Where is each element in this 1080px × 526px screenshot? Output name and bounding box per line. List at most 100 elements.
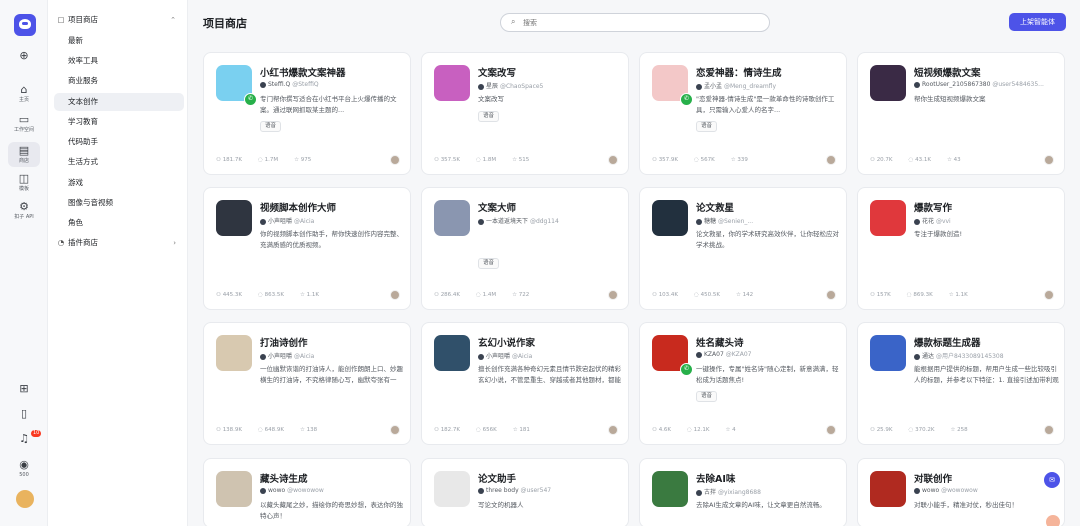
- bot-card[interactable]: 玄幻小说作家 小声咀嚼 @Aicia 擅长创作充满各种奇幻元素且情节跌宕起伏的精彩玄…: [421, 322, 629, 445]
- chats-icon: ◌ 370.2K: [908, 427, 935, 433]
- chats-icon: ◌ 656K: [476, 427, 497, 433]
- bot-name: 文案大师: [478, 203, 517, 214]
- search-input[interactable]: [523, 17, 763, 29]
- sidebar-item[interactable]: 效率工具: [54, 52, 184, 70]
- bot-card[interactable]: 藏头诗生成 wowo @wowowow 以藏头藏尾之妙，描绘你的奇思妙想，表达你的独…: [203, 458, 411, 526]
- author-avatar: [478, 218, 484, 225]
- bot-thumbnail: ✆: [216, 65, 257, 106]
- users-icon: ⚇ 20.7K: [870, 157, 893, 163]
- chats-icon: ◌ 450.5K: [694, 292, 720, 298]
- bot-card[interactable]: 论文救星 糖糖 @Senien_... 论文救星，你的学术研究高效伙伴，让你轻松应对…: [639, 187, 847, 310]
- bot-stats: ⚇ 286.4K ◌ 1.4M ☆ 722: [434, 292, 545, 298]
- chats-icon: ◌ 12.1K: [687, 427, 710, 433]
- creator-avatar: [390, 290, 400, 300]
- bot-name: 去除AI味: [696, 474, 736, 485]
- app-logo[interactable]: [14, 14, 36, 36]
- api-icon: ⚙: [19, 200, 29, 213]
- bot-stats: ⚇ 103.4K ◌ 450.5K ☆ 142: [652, 292, 769, 298]
- bot-card[interactable]: 论文助手 three body @user547 写论文的机器人: [421, 458, 629, 526]
- bot-card[interactable]: 打油诗创作 小声咀嚼 @Aicia 一位幽默诙谐的打油诗人，能创作朗朗上口、妙趣横生…: [203, 322, 411, 445]
- bot-stats: ⚇ 445.3K ◌ 863.5K ☆ 1.1K: [216, 292, 335, 298]
- chevron-right-icon: ›: [173, 239, 176, 247]
- bot-card[interactable]: ✆ 小红书爆款文案神器 Steffi.Q @SteffiQ 专门帮你撰写适合在小红书平…: [203, 52, 411, 175]
- author-avatar: [914, 353, 920, 360]
- bell-icon: ♫: [19, 432, 29, 445]
- points-icon: ◉: [19, 458, 29, 471]
- sidebar-item[interactable]: 代码助手: [54, 133, 184, 151]
- bot-description: 擅长创作充满各种奇幻元素且情节跌宕起伏的精彩玄幻小说，不管是重生、穿越或者其他题…: [478, 365, 621, 384]
- users-icon: ⚇ 357.9K: [652, 157, 679, 163]
- nav-home[interactable]: ⌂ 主页: [0, 84, 48, 104]
- sidebar-item[interactable]: 学习教育: [54, 113, 184, 131]
- author-avatar: [260, 81, 266, 88]
- author-avatar: [478, 487, 484, 494]
- voice-tag: 语音: [696, 121, 718, 132]
- notification-badge: 10: [31, 430, 42, 437]
- plus-icon: ⊕: [19, 49, 29, 62]
- bot-card[interactable]: 文案改写 星辰 @ChaoSpace5 文案改写 语音 ⚇ 357.5K ◌ 1.8M ☆ …: [421, 52, 629, 175]
- bot-author: 一本道返境天下 @ddg114: [478, 216, 618, 225]
- bot-card[interactable]: 对联创作 wowo @wowowow 对联小能手，精准对仗，秒出佳句！: [857, 458, 1065, 526]
- sidebar-project-store[interactable]: ▢ 项目商店 ⌃: [54, 11, 182, 29]
- store-icon: ▢: [57, 15, 65, 24]
- main-content: 项目商店 ⌕ 上架智能体 ✆ 小红书爆款文案神器 Steffi.Q @SteffiQ…: [188, 0, 1080, 526]
- users-icon: ⚇ 138.9K: [216, 427, 243, 433]
- nav-api[interactable]: ⚙ 扣子 API: [0, 200, 48, 221]
- apps-button[interactable]: ⊞: [0, 383, 48, 395]
- bot-card[interactable]: 去除AI味 古拌 @yixiang8688 去除AI生成文章的AI味，让文章更自然流…: [639, 458, 847, 526]
- create-button[interactable]: ⊕: [0, 50, 48, 62]
- sidebar-item-active[interactable]: 文本创作: [54, 93, 184, 111]
- bot-description: "恋爱神器-情诗生成"是一款革命性的诗歌创作工具，只需输入心爱人的名字...: [696, 95, 835, 114]
- bot-card[interactable]: 短视频爆款文案 RootUser_2105867380 @user5484635.…: [857, 52, 1065, 175]
- chat-float-button[interactable]: ✉: [1044, 472, 1060, 488]
- bot-stats: ⚇ 138.9K ◌ 648.9K ☆ 138: [216, 427, 333, 433]
- publish-agent-button[interactable]: 上架智能体: [1009, 13, 1066, 31]
- users-icon: ⚇ 103.4K: [652, 292, 679, 298]
- author-avatar: [696, 218, 702, 225]
- notifications-button[interactable]: ♫: [0, 433, 48, 445]
- sidebar-item[interactable]: 图像与音视频: [54, 194, 184, 212]
- nav-store[interactable]: ▤ 商店: [8, 142, 40, 167]
- star-icon: ☆ 1.1K: [299, 292, 320, 298]
- chats-icon: ◌ 1.8M: [476, 157, 497, 163]
- bot-name: 藏头诗生成: [260, 474, 308, 485]
- star-icon: ☆ 515: [512, 157, 530, 163]
- bot-stats: ⚇ 157K ◌ 869.3K ☆ 1.1K: [870, 292, 984, 298]
- user-avatar[interactable]: [16, 490, 34, 508]
- bot-stats: ⚇ 181.7K ◌ 1.7M ☆ 975: [216, 157, 327, 163]
- bot-author: three body @user547: [478, 487, 618, 494]
- bot-card[interactable]: ✆ 姓名藏头诗 KZA07 @KZA07 一键操作，专属"姓名诗"随心定制，新意满满，…: [639, 322, 847, 445]
- voice-tag: 语音: [478, 111, 500, 122]
- bot-card[interactable]: 爆款标题生成器 通达 @用户8433089145308 能根据用户提供的标题，帮用户…: [857, 322, 1065, 445]
- sidebar-item[interactable]: 角色: [54, 214, 184, 232]
- assistant-float-avatar[interactable]: [1046, 515, 1060, 526]
- sidebar-item[interactable]: 生活方式: [54, 153, 184, 171]
- bot-author: wowo @wowowow: [260, 487, 400, 494]
- sidebar-item[interactable]: 最新: [54, 32, 184, 50]
- docs-button[interactable]: ▯: [0, 408, 48, 420]
- bot-author: wowo @wowowow: [914, 487, 1054, 494]
- bot-thumbnail: [434, 335, 470, 371]
- sidebar-item[interactable]: 商业服务: [54, 72, 184, 90]
- bot-stats: ⚇ 20.7K ◌ 43.1K ☆ 43: [870, 157, 977, 163]
- author-avatar: [696, 83, 702, 90]
- nav-templates[interactable]: ◫ 模板: [0, 173, 48, 193]
- sidebar-item[interactable]: 游戏: [54, 174, 184, 192]
- bot-card[interactable]: 视频脚本创作大师 小声咀嚼 @Aicia 你的视频脚本创作助手，帮你快速创作内容完整…: [203, 187, 411, 310]
- bot-stats: ⚇ 357.5K ◌ 1.8M ☆ 515: [434, 157, 545, 163]
- bot-card[interactable]: 爆款写作 花花 @vvi 专注于爆款创造! ⚇ 157K ◌ 869.3K ☆ 1.1K: [857, 187, 1065, 310]
- nav-workspace[interactable]: ▭ 工作空间: [0, 114, 48, 134]
- bot-thumbnail: [216, 200, 252, 236]
- bot-name: 爆款标题生成器: [914, 338, 981, 349]
- sidebar-plugin-store[interactable]: ◔ 插件商店 ›: [54, 234, 182, 252]
- bot-author: 古拌 @yixiang8688: [696, 487, 836, 496]
- bot-description: 论文救星，你的学术研究高效伙伴，让你轻松应对学术挑战。: [696, 230, 839, 249]
- users-icon: ⚇ 4.6K: [652, 427, 672, 433]
- bot-card[interactable]: 文案大师 一本道返境天下 @ddg114 语音 ⚇ 286.4K ◌ 1.4M ☆ 722: [421, 187, 629, 310]
- bot-card[interactable]: ✆ 恋爱神器：情诗生成 孟小孟 @Meng_dreamfly "恋爱神器-情诗生成"是…: [639, 52, 847, 175]
- plugin-icon: ◔: [57, 238, 65, 247]
- bot-author: Steffi.Q @SteffiQ: [260, 81, 400, 88]
- chats-icon: ◌ 863.5K: [258, 292, 284, 298]
- points-button[interactable]: ◉ 500: [0, 458, 48, 479]
- search-box[interactable]: ⌕: [500, 13, 770, 32]
